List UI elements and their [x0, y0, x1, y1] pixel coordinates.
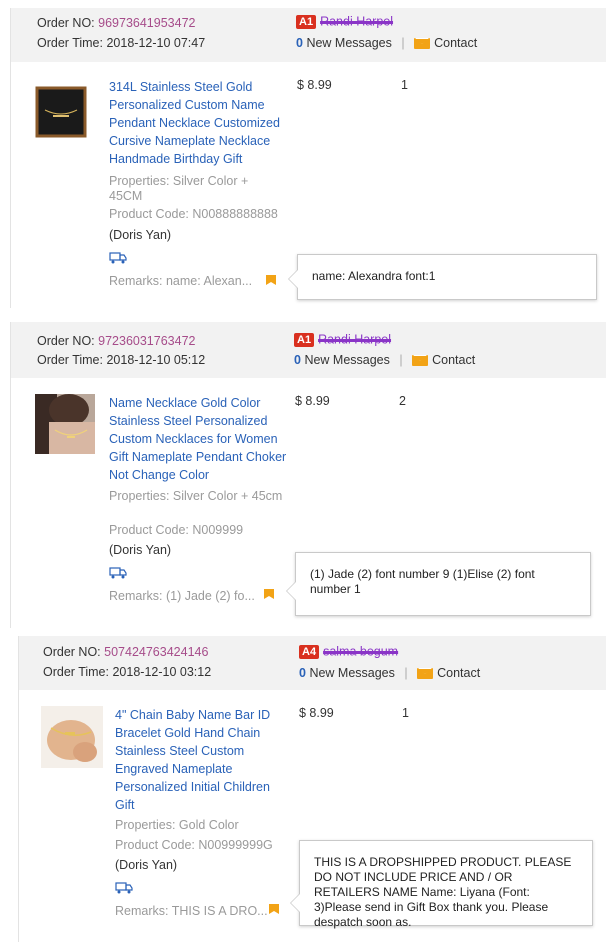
remarks-text[interactable]: Remarks: THIS IS A DRO...: [115, 904, 268, 919]
remarks-tooltip: THIS IS A DROPSHIPPED PRODUCT. PLEASE DO…: [290, 840, 593, 929]
order-time-value: 2018-12-10 03:12: [112, 665, 212, 679]
order-number-label: Order NO:: [43, 645, 101, 659]
necklace-box-image: [33, 84, 89, 140]
order-number: Order NO: 97236031763472: [37, 334, 195, 348]
quantity: 1: [401, 78, 408, 92]
buyer-level-badge: A1: [294, 332, 315, 347]
unit-price: $ 8.99: [297, 78, 332, 92]
buyer-info: A1 Randi Harpel: [294, 332, 391, 347]
remarks-tooltip: (1) Jade (2) font number 9 (1)Elise (2) …: [286, 552, 591, 616]
product-code: Product Code: N00888888888: [109, 207, 278, 221]
new-messages-link[interactable]: New Messages: [304, 353, 389, 367]
remarks-text[interactable]: Remarks: name: Alexan...: [109, 274, 252, 289]
order-number-label: Order NO:: [37, 334, 95, 348]
envelope-icon[interactable]: [414, 38, 431, 50]
message-bar: 0 New Messages | Contact: [294, 353, 475, 367]
order-number-label: Order NO:: [37, 16, 95, 30]
order-time: Order Time: 2018-12-10 05:12: [37, 353, 205, 367]
order-number: Order NO: 507424763424146: [43, 645, 208, 659]
tooltip-arrow: [286, 581, 296, 601]
order-card: Order NO: 507424763424146 Order Time: 20…: [18, 636, 606, 942]
contact-link[interactable]: Contact: [437, 666, 480, 680]
new-messages-count[interactable]: 0: [294, 353, 301, 367]
message-bar: 0 New Messages | Contact: [299, 666, 480, 680]
message-bar: 0 New Messages | Contact: [296, 36, 477, 50]
new-messages-link[interactable]: New Messages: [306, 36, 391, 50]
order-time: Order Time: 2018-12-10 03:12: [43, 665, 211, 679]
unit-price: $ 8.99: [295, 394, 330, 408]
customer-name: (Doris Yan): [109, 228, 172, 242]
remark-flag-icon[interactable]: [263, 588, 275, 600]
contact-link[interactable]: Contact: [432, 353, 475, 367]
order-header: Order NO: 97236031763472 Order Time: 201…: [11, 322, 606, 378]
order-time-label: Order Time:: [37, 353, 103, 367]
product-properties: Properties: Gold Color: [115, 818, 239, 832]
product-thumbnail[interactable]: [33, 84, 89, 140]
product-thumbnail[interactable]: [35, 394, 95, 454]
order-number: Order NO: 96973641953472: [37, 16, 195, 30]
order-list-page: Order NO: 96973641953472 Order Time: 201…: [0, 0, 615, 948]
order-card: Order NO: 96973641953472 Order Time: 201…: [10, 8, 606, 308]
new-messages-count[interactable]: 0: [299, 666, 306, 680]
product-code: Product Code: N00999999G: [115, 838, 273, 852]
order-time-label: Order Time:: [37, 36, 103, 50]
truck-icon[interactable]: [109, 252, 127, 264]
remark-flag-icon[interactable]: [265, 274, 277, 286]
separator: |: [399, 353, 403, 367]
order-number-value[interactable]: 96973641953472: [98, 16, 195, 30]
quantity: 1: [402, 706, 409, 720]
buyer-name[interactable]: Randi Harpel: [318, 333, 391, 347]
product-properties: Properties: Silver Color + 45CM: [109, 174, 249, 203]
unit-price: $ 8.99: [299, 706, 334, 720]
product-properties: Properties: Silver Color + 45cm: [109, 489, 283, 503]
buyer-name[interactable]: salma begum: [323, 645, 398, 659]
envelope-icon[interactable]: [417, 668, 434, 680]
separator: |: [404, 666, 408, 680]
tooltip-text: (1) Jade (2) font number 9 (1)Elise (2) …: [310, 567, 535, 596]
order-number-value[interactable]: 97236031763472: [98, 334, 195, 348]
order-header: Order NO: 507424763424146 Order Time: 20…: [19, 636, 606, 690]
tooltip-text: THIS IS A DROPSHIPPED PRODUCT. PLEASE DO…: [314, 855, 572, 929]
order-card: Order NO: 97236031763472 Order Time: 201…: [10, 322, 606, 628]
remark-flag-icon[interactable]: [268, 903, 280, 915]
customer-name: (Doris Yan): [115, 858, 178, 872]
product-title-link[interactable]: Name Necklace Gold Color Stainless Steel…: [109, 394, 289, 484]
product-title-link[interactable]: 4" Chain Baby Name Bar ID Bracelet Gold …: [115, 706, 285, 814]
quantity: 2: [399, 394, 406, 408]
tooltip-arrow: [288, 269, 298, 289]
buyer-info: A1 Randi Harpel: [296, 14, 393, 29]
buyer-level-badge: A4: [299, 644, 320, 659]
customer-name: (Doris Yan): [109, 543, 172, 557]
remarks-text[interactable]: Remarks: (1) Jade (2) fo...: [109, 589, 255, 604]
necklace-model-image: [35, 394, 95, 454]
separator: |: [401, 36, 405, 50]
buyer-info: A4 salma begum: [299, 644, 398, 659]
product-code: Product Code: N009999: [109, 523, 244, 537]
buyer-level-badge: A1: [296, 14, 317, 29]
bracelet-hand-image: [41, 706, 103, 768]
order-number-value[interactable]: 507424763424146: [104, 645, 208, 659]
product-title-link[interactable]: 314L Stainless Steel Gold Personalized C…: [109, 78, 289, 168]
order-header: Order NO: 96973641953472 Order Time: 201…: [11, 8, 606, 62]
remarks-tooltip: name: Alexandra font:1: [288, 254, 597, 300]
buyer-name[interactable]: Randi Harpel: [320, 15, 393, 29]
order-time: Order Time: 2018-12-10 07:47: [37, 36, 205, 50]
order-time-value: 2018-12-10 07:47: [106, 36, 206, 50]
order-time-label: Order Time:: [43, 665, 109, 679]
tooltip-arrow: [290, 893, 300, 913]
truck-icon[interactable]: [109, 567, 127, 579]
order-time-value: 2018-12-10 05:12: [106, 353, 206, 367]
contact-link[interactable]: Contact: [434, 36, 477, 50]
envelope-icon[interactable]: [412, 355, 429, 367]
new-messages-count[interactable]: 0: [296, 36, 303, 50]
truck-icon[interactable]: [115, 882, 133, 894]
new-messages-link[interactable]: New Messages: [309, 666, 394, 680]
product-thumbnail[interactable]: [41, 706, 103, 768]
tooltip-text: name: Alexandra font:1: [312, 269, 436, 283]
